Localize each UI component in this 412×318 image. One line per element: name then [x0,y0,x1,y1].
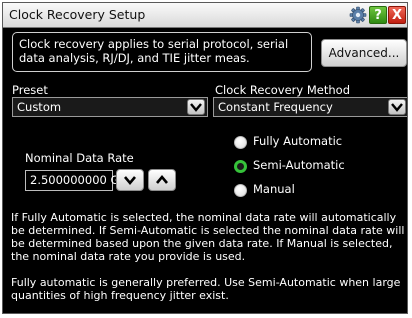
method-dropdown[interactable]: Constant Frequency [213,97,407,117]
data-rate-field[interactable]: 2.500000000 Gb/s [25,170,137,191]
radio-label-manual: Manual [253,182,295,196]
title-bar[interactable]: Clock Recovery Setup ? X [3,3,407,28]
preset-value: Custom [17,100,62,114]
info-message: Clock recovery applies to serial protoco… [12,32,312,72]
method-label: Clock Recovery Method [215,83,351,97]
window-title: Clock Recovery Setup [9,7,146,22]
help-paragraph-1: If Fully Automatic is selected, the nomi… [11,211,405,263]
increment-button[interactable] [148,169,176,191]
chevron-down-icon[interactable] [187,99,205,115]
method-value: Constant Frequency [218,100,333,114]
radio-label-semi-automatic: Semi-Automatic [253,158,345,172]
preset-label: Preset [12,83,48,97]
data-rate-label: Nominal Data Rate [25,151,134,165]
chevron-down-icon [124,176,136,186]
radio-semi-automatic[interactable] [234,160,247,173]
help-icon[interactable]: ? [369,6,387,24]
gear-icon[interactable] [349,6,367,24]
chevron-up-icon [156,174,168,184]
close-icon[interactable]: X [388,6,406,24]
radio-fully-automatic[interactable] [234,136,247,149]
chevron-down-icon[interactable] [388,99,406,115]
decrement-button[interactable] [116,169,144,191]
preset-dropdown[interactable]: Custom [12,97,208,117]
clock-recovery-setup-dialog: Clock Recovery Setup ? X Clock recovery … [2,2,408,314]
radio-manual[interactable] [234,184,247,197]
radio-label-fully-automatic: Fully Automatic [253,134,343,148]
advanced-button[interactable]: Advanced... [321,39,407,67]
help-paragraph-2: Fully automatic is generally preferred. … [11,276,401,302]
